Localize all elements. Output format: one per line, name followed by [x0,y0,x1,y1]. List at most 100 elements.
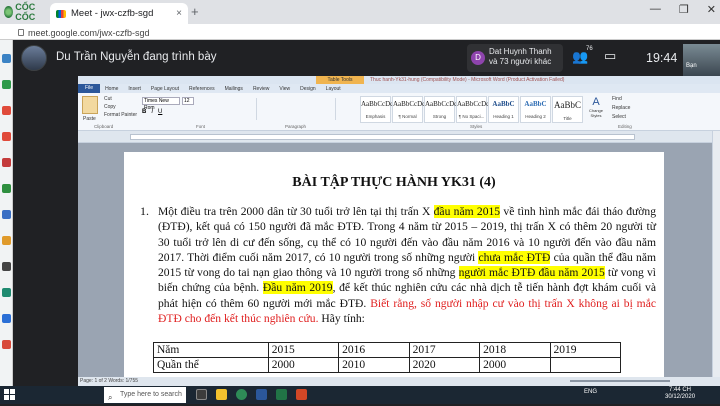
extension-icon[interactable] [2,288,11,297]
table-tools-label: Table Tools [316,76,364,84]
coccoc-logo-icon [4,6,14,18]
style-heading-1[interactable]: AaBbC Heading 1 [488,96,519,123]
style-name: Strong [432,114,447,119]
problem-paragraph[interactable]: Một điều tra trên 2000 dân từ 30 tuổi tr… [158,204,656,326]
participant-others: và 73 người khác [489,57,552,66]
url-text: meet.google.com/jwx-czfb-sgd [28,27,150,38]
minimize-button[interactable]: — [650,3,661,16]
browser-tab[interactable]: Meet - jwx-czfb-sgd × [50,3,188,24]
tab-design[interactable]: Design [295,86,321,92]
tab-references[interactable]: References [184,86,220,92]
extension-icon[interactable] [2,314,11,323]
extension-icon[interactable] [2,158,11,167]
paragraph-controls[interactable] [256,98,336,120]
bold-button[interactable]: B [142,109,146,115]
find-button[interactable]: Find [612,96,622,102]
taskbar-search-field[interactable]: ⌕ Type here to search [104,387,186,403]
style-heading-2[interactable]: AaBbC Heading 2 [520,96,551,123]
tab-home[interactable]: Home [100,86,123,92]
tab-layout[interactable]: Layout [321,86,346,92]
underline-button[interactable]: U [158,109,162,115]
style-preview: AaBbCcDc [393,100,426,108]
paste-button[interactable]: Paste [83,116,96,122]
style-normal[interactable]: AaBbCcDc ¶ Normal [392,96,426,123]
extension-icon[interactable] [2,262,11,271]
file-explorer-icon[interactable] [216,389,227,400]
lock-icon [18,29,24,36]
font-name-select[interactable]: Times New Rom [142,97,180,111]
tab-file[interactable]: File [78,84,101,93]
tab-insert[interactable]: Insert [123,86,146,92]
excel-app-icon[interactable] [276,389,287,400]
style-emphasis[interactable]: AaBbCcDc Emphasis [360,96,393,123]
meet-clock: 19:44 [646,51,678,65]
paste-icon[interactable] [82,96,98,114]
style-preview: AaBbCcDc [425,100,458,108]
cut-button[interactable]: Cut [104,96,112,102]
word-app-icon[interactable] [256,389,267,400]
extension-icon[interactable] [2,236,11,245]
style-name: Heading 1 [493,114,514,119]
tab-review[interactable]: Review [248,86,274,92]
paragraph-group-label: Paragraph [285,124,307,129]
extension-icon[interactable] [2,340,11,349]
task-view-icon[interactable] [196,389,207,400]
style-name: ¶ No Spaci... [458,114,485,119]
format-painter-button[interactable]: Format Painter [104,112,137,118]
self-video-tile[interactable] [683,44,720,76]
styles-group-label: Styles [470,124,483,129]
system-tray-language[interactable]: ENG [584,389,597,395]
table-cell: 2018 [479,342,551,358]
table-cell: Quần thể [153,357,269,373]
chat-icon[interactable]: ▭ [604,48,616,64]
browser-brand[interactable]: CỐC CỐC [0,2,48,22]
highlighted-text: người mắc ĐTĐ đầu năm 2015 [458,266,605,280]
extension-icon[interactable] [2,132,11,141]
document-title: Thuc hanh-Yk31-hung (Compatibility Mode)… [370,77,565,83]
extension-icon[interactable] [2,210,11,219]
browser-app-icon[interactable] [236,389,247,400]
participant-avatar: D [471,51,485,65]
vertical-scrollbar[interactable] [712,131,720,377]
extension-icon[interactable] [2,54,11,63]
new-tab-button[interactable]: + [191,4,199,19]
extension-icon[interactable] [2,106,11,115]
table-cell: 2016 [338,342,410,358]
tray-time: 7:44 CH [669,387,692,393]
style-preview: AaBbC [524,100,547,108]
extension-icon[interactable] [2,184,11,193]
style-no-spacing[interactable]: AaBbCcDc ¶ No Spaci... [456,96,489,123]
powerpoint-app-icon[interactable] [296,389,307,400]
italic-button[interactable]: I [151,109,153,115]
style-strong[interactable]: AaBbCcDc Strong [424,96,458,123]
tab-mailings[interactable]: Mailings [220,86,248,92]
windows-start-icon[interactable] [4,389,15,400]
table-cell: 2010 [338,357,410,373]
table-cell: 2020 [408,357,481,373]
tab-close-button[interactable]: × [176,8,182,19]
tab-page-layout[interactable]: Page Layout [146,86,184,92]
self-label: Bạn [686,63,697,69]
tray-date: 30/12/2020 [665,394,696,400]
change-styles-button[interactable]: A Change Styles [587,96,605,122]
replace-button[interactable]: Replace [612,105,630,111]
select-button[interactable]: Select [612,114,626,120]
system-clock[interactable]: 7:44 CH 30/12/2020 [665,387,695,401]
clipboard-group-label: Clipboard [94,124,114,129]
maximize-button[interactable]: ❐ [679,3,689,16]
font-size-select[interactable]: 12 [182,97,194,105]
tab-view[interactable]: View [274,86,295,92]
url-field[interactable]: meet.google.com/jwx-czfb-sgd [18,26,418,39]
paragraph-text: Một điều tra trên 2000 dân từ 30 tuổi tr… [158,205,434,218]
population-table[interactable]: Năm 2015 2016 2017 2018 2019 Quần thể 20… [153,342,622,373]
copy-button[interactable]: Copy [104,104,116,110]
extension-icon[interactable] [2,80,11,89]
participant-names: Dat Huynh Thanh và 73 người khác [489,47,552,67]
close-window-button[interactable]: ✕ [707,3,716,16]
style-title[interactable]: AaBbC Title [552,96,583,123]
style-preview: AaBbC [492,100,515,108]
paragraph-text: Hãy tính: [318,312,365,326]
table-row: Năm 2015 2016 2017 2018 2019 [153,342,622,358]
ruler-track[interactable] [130,134,635,140]
zoom-slider[interactable] [570,380,670,382]
